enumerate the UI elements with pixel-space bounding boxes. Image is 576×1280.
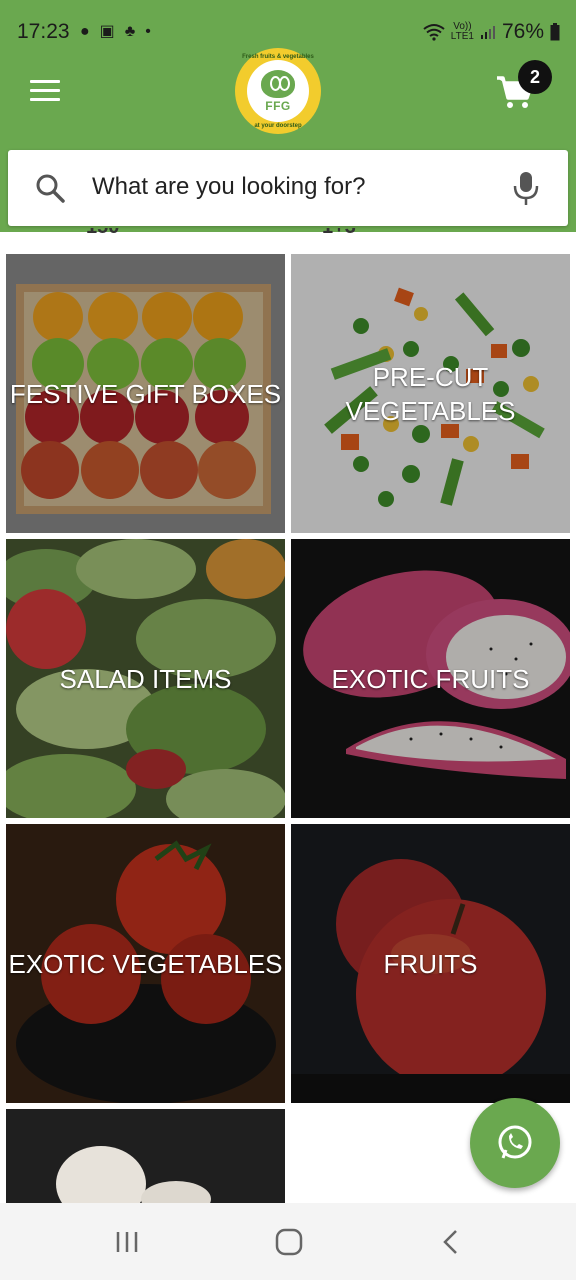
search-icon <box>36 174 65 203</box>
app-header: 17:23 ● ▣ ♣ • Vo)) LTE1 76% Fresh fruits… <box>0 0 576 232</box>
brand-logo[interactable]: Fresh fruits & vegetables FFG at your do… <box>235 48 321 134</box>
back-icon[interactable] <box>436 1227 466 1257</box>
signal-icon <box>480 26 495 39</box>
fruit-logo-icon <box>261 69 295 98</box>
category-tile-exotic-fruits[interactable]: EXOTIC FRUITS <box>291 539 570 818</box>
peek-text-2: 1+3 <box>322 228 356 239</box>
search-input[interactable]: What are you looking for? <box>92 173 365 201</box>
battery-icon <box>550 23 560 41</box>
category-tile-exotic-vegetables[interactable]: EXOTIC VEGETABLES <box>6 824 285 1103</box>
recent-apps-icon[interactable] <box>112 1227 142 1257</box>
app-screen: 17:23 ● ▣ ♣ • Vo)) LTE1 76% Fresh fruits… <box>0 0 576 1280</box>
network-lte: LTE1 <box>450 31 474 42</box>
peek-row: 150 1+3 <box>0 228 576 244</box>
cart-count-badge: 2 <box>518 60 552 94</box>
home-icon[interactable] <box>274 1227 304 1257</box>
category-tile-fruits[interactable]: FRUITS <box>291 824 570 1103</box>
wifi-icon <box>423 24 445 41</box>
category-label: EXOTIC FRUITS <box>331 663 530 694</box>
whatsapp-icon <box>498 1125 532 1159</box>
category-label: FRUITS <box>383 948 478 979</box>
peek-text-1: 150 <box>86 228 119 239</box>
category-tile-partial[interactable] <box>6 1109 285 1203</box>
category-label: EXOTIC VEGETABLES <box>8 948 283 979</box>
logo-tagline-top: Fresh fruits & vegetables <box>242 54 314 60</box>
hamburger-icon <box>30 80 60 83</box>
search-bar[interactable]: What are you looking for? <box>8 150 568 226</box>
whatsapp-button[interactable] <box>470 1098 560 1188</box>
network-label: Vo)) LTE1 <box>451 22 474 42</box>
dot-icon: • <box>145 23 151 40</box>
app-notification-icon: ♣ <box>124 23 136 40</box>
garlic-image <box>6 1109 285 1203</box>
notification-icons: ● ▣ ♣ • <box>80 23 151 41</box>
location-icon: ● <box>80 23 90 40</box>
category-tile-festive-gift-boxes[interactable]: FESTIVE GIFT BOXES <box>6 254 285 533</box>
category-tile-pre-cut-vegetables[interactable]: PRE-CUT VEGETABLES <box>291 254 570 533</box>
system-nav-bar <box>0 1203 576 1280</box>
battery-percent: 76% <box>501 20 544 43</box>
status-time: 17:23 <box>17 20 70 43</box>
gallery-icon: ▣ <box>99 23 115 40</box>
category-tile-salad-items[interactable]: SALAD ITEMS <box>6 539 285 818</box>
logo-tagline-bottom: at your doorstep <box>254 123 302 129</box>
status-right: Vo)) LTE1 76% <box>423 20 560 44</box>
microphone-icon[interactable] <box>508 168 544 208</box>
category-label: SALAD ITEMS <box>59 663 232 694</box>
category-label: PRE-CUT VEGETABLES <box>345 361 516 426</box>
logo-text: FFG <box>265 98 291 113</box>
menu-button[interactable] <box>30 80 60 104</box>
category-label: FESTIVE GIFT BOXES <box>9 378 282 409</box>
